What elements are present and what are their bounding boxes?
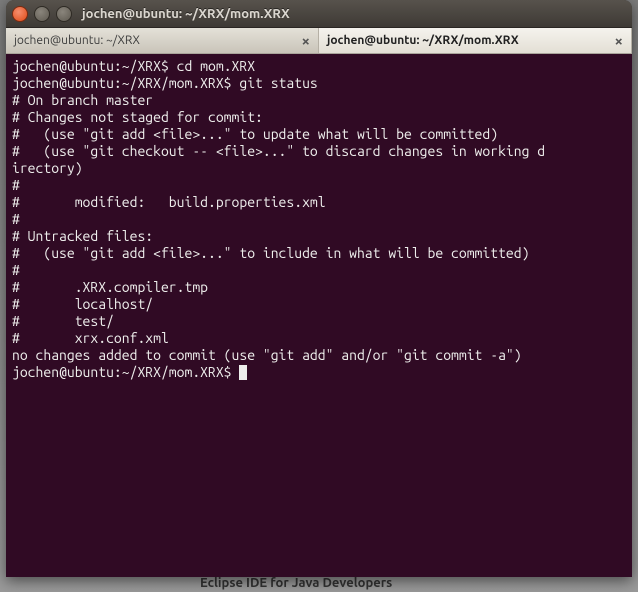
command-text: git status — [239, 75, 317, 91]
terminal-body[interactable]: jochen@ubuntu:~/XRX$ cd mom.XRX jochen@u… — [6, 54, 632, 577]
output-line: # (use "git checkout -- <file>..." to di… — [12, 143, 545, 159]
prompt: jochen@ubuntu:~/XRX$ — [12, 58, 169, 74]
tab-bar: jochen@ubuntu: ~/XRX × jochen@ubuntu: ~/… — [6, 28, 632, 54]
terminal-window: jochen@ubuntu: ~/XRX/mom.XRX jochen@ubun… — [6, 0, 632, 577]
tab-1[interactable]: jochen@ubuntu: ~/XRX/mom.XRX × — [319, 28, 632, 53]
cursor-icon — [239, 365, 247, 380]
output-line: # localhost/ — [12, 296, 153, 312]
background-app-text: Eclipse IDE for Java Developers — [200, 576, 392, 590]
output-line: # (use "git add <file>..." to update wha… — [12, 126, 498, 142]
tab-label: jochen@ubuntu: ~/XRX/mom.XRX — [327, 34, 519, 47]
output-line: no changes added to commit (use "git add… — [12, 347, 522, 363]
output-line: # Untracked files: — [12, 228, 153, 244]
output-line: # .XRX.compiler.tmp — [12, 279, 208, 295]
output-line: # On branch master — [12, 92, 153, 108]
output-line: # modified: build.properties.xml — [12, 194, 326, 210]
close-icon[interactable]: × — [615, 33, 623, 48]
window-buttons — [12, 6, 72, 22]
window-title: jochen@ubuntu: ~/XRX/mom.XRX — [82, 7, 290, 21]
prompt: jochen@ubuntu:~/XRX/mom.XRX$ — [12, 75, 232, 91]
close-icon[interactable]: × — [302, 33, 310, 48]
output-line: # xrx.conf.xml — [12, 330, 169, 346]
tab-0[interactable]: jochen@ubuntu: ~/XRX × — [6, 28, 319, 53]
output-line: irectory) — [12, 160, 83, 176]
maximize-icon[interactable] — [56, 6, 72, 22]
command-text: cd mom.XRX — [177, 58, 255, 74]
output-line: # (use "git add <file>..." to include in… — [12, 245, 529, 261]
prompt: jochen@ubuntu:~/XRX/mom.XRX$ — [12, 364, 232, 380]
titlebar[interactable]: jochen@ubuntu: ~/XRX/mom.XRX — [6, 0, 632, 28]
tab-label: jochen@ubuntu: ~/XRX — [14, 34, 140, 47]
output-line: # Changes not staged for commit: — [12, 109, 263, 125]
output-line: # test/ — [12, 313, 114, 329]
output-line: # — [12, 211, 20, 227]
minimize-icon[interactable] — [34, 6, 50, 22]
output-line: # — [12, 262, 20, 278]
close-icon[interactable] — [12, 6, 28, 22]
output-line: # — [12, 177, 20, 193]
